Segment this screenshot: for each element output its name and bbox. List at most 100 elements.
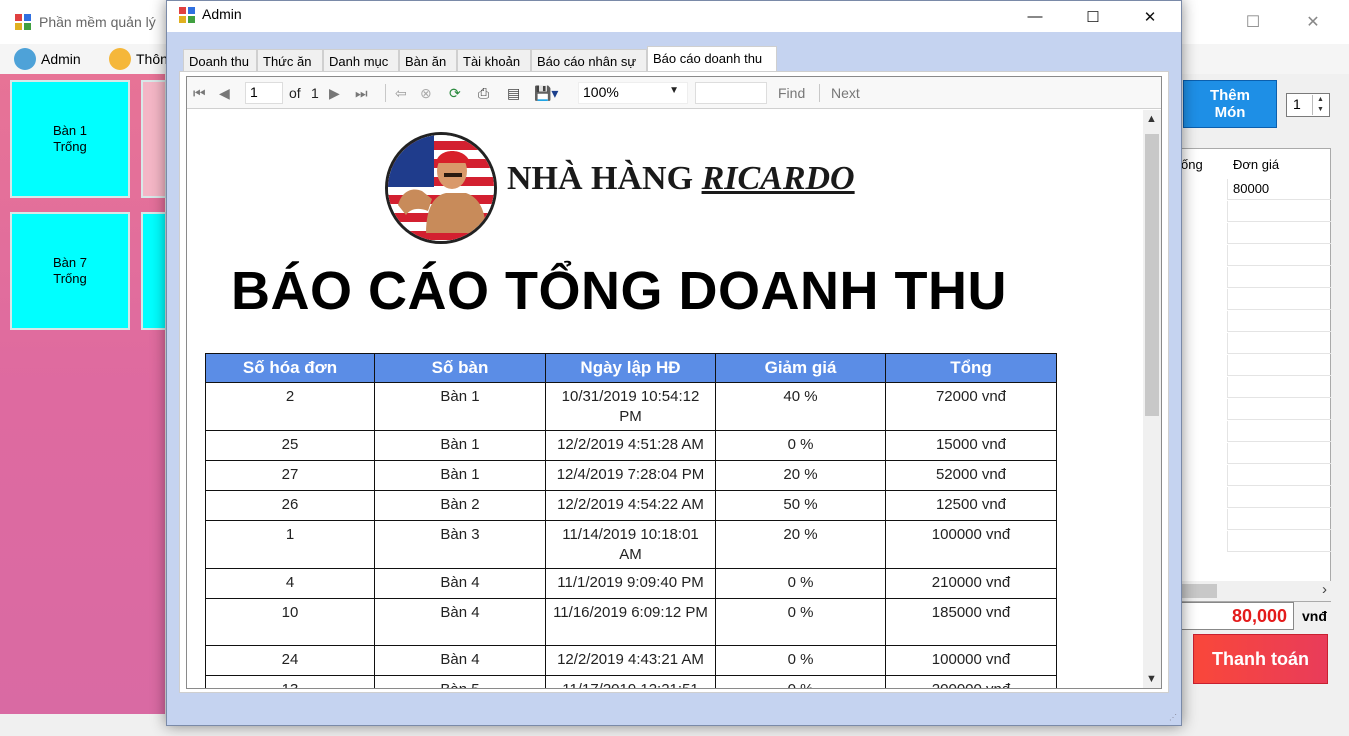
find-input[interactable] [695,82,767,104]
close-icon[interactable]: ✕ [1127,1,1173,32]
scroll-thumb[interactable] [1145,134,1159,416]
cell-invoice: 25 [205,430,375,461]
grid-empty-row [1227,245,1331,266]
flag-mascot-image [388,135,494,241]
menu-info[interactable]: Thôn [109,48,168,70]
add-food-label-2: Món [1214,104,1246,121]
cell-discount: 40 % [715,382,886,431]
table-button-2[interactable] [141,80,167,198]
cell-table: Bàn 4 [374,598,546,646]
maximize-icon[interactable]: ☐ [1070,1,1116,32]
grid-empty-row [1227,267,1331,288]
cell-table: Bàn 1 [374,460,546,491]
report-viewer: ⏮ ◀ 1 of 1 ▶ ⏭ ⇦ ⊗ ⟳ ⎙ ▤ 💾▾ 100% ▼ Find [186,76,1162,689]
revenue-table: Số hóa đơn Số bàn Ngày lập HĐ Giảm giá T… [205,353,1057,688]
cell-discount: 50 % [715,490,886,521]
table-name: Bàn 1 [53,123,87,138]
cell-invoice: 10 [205,598,375,646]
grid-empty-row [1227,443,1331,464]
table-header-row: Số hóa đơn Số bàn Ngày lập HĐ Giảm giá T… [205,353,1057,383]
minimize-icon[interactable]: — [1012,1,1058,32]
stepper-arrows-icon[interactable]: ▲ ▼ [1312,95,1328,115]
table-button-7[interactable]: Bàn 7 Trống [10,212,130,330]
table-status: Trống [53,271,87,286]
next-page-icon[interactable]: ▶ [329,83,340,103]
page-layout-icon[interactable]: ▤ [507,83,520,103]
cell-total: 200000 vnđ [885,675,1057,688]
table-button-8[interactable] [141,212,167,330]
refresh-icon[interactable]: ⟳ [449,83,461,103]
first-page-icon[interactable]: ⏮ [193,83,206,103]
cell-discount: 0 % [715,675,886,688]
print-icon[interactable]: ⎙ [478,83,489,103]
grid-cell-price: 80000 [1227,179,1331,200]
tab-tables[interactable]: Bàn ăn [399,49,457,73]
cell-total: 100000 vnđ [885,645,1057,676]
previous-page-icon[interactable]: ◀ [219,83,230,103]
grid-header-quantity: ống [1181,157,1203,172]
tables-panel: Bàn 1 Trống Bàn 7 Trống [0,74,167,714]
menu-admin[interactable]: Admin [14,48,81,70]
cell-date: 10/31/2019 10:54:12 PM [545,382,716,431]
tab-category[interactable]: Danh mục [323,49,399,73]
grid-empty-row [1227,531,1331,552]
bill-grid: ống Đơn giá 80000 › [1180,148,1331,602]
col-header-discount: Giảm giá [715,353,886,383]
report-vertical-scrollbar[interactable]: ▲ ▼ [1143,110,1161,688]
cell-invoice: 27 [205,460,375,491]
tab-staff-report[interactable]: Báo cáo nhân sự [531,49,647,73]
admin-window: Admin — ☐ ✕ Doanh thu Thức ăn Danh mục B… [166,0,1182,726]
cell-date: 11/14/2019 10:18:01 AM [545,520,716,569]
add-food-button[interactable]: Thêm Món [1183,80,1277,128]
cell-table: Bàn 4 [374,645,546,676]
grid-empty-row [1227,289,1331,310]
tab-revenue[interactable]: Doanh thu [183,49,257,73]
page-number-input[interactable]: 1 [245,82,283,104]
main-window-title: Phần mềm quản lý [39,14,156,30]
col-header-total: Tổng [885,353,1057,383]
cell-table: Bàn 4 [374,568,546,599]
maximize-icon[interactable]: ☐ [1224,0,1282,44]
table-row: 4 Bàn 4 11/1/2019 9:09:40 PM 0 % 210000 … [205,568,1057,599]
grid-empty-row [1227,465,1331,486]
quantity-stepper[interactable]: 1 ▲ ▼ [1286,93,1330,117]
cell-table: Bàn 1 [374,430,546,461]
export-icon[interactable]: 💾▾ [534,83,558,103]
quantity-value: 1 [1293,96,1301,112]
zoom-select[interactable]: 100% ▼ [578,82,688,104]
cell-date: 12/2/2019 4:43:21 AM [545,645,716,676]
close-icon[interactable]: ✕ [1284,0,1342,44]
table-row: 24 Bàn 4 12/2/2019 4:43:21 AM 0 % 100000… [205,645,1057,676]
page-of-label: of [289,85,301,101]
stop-icon[interactable]: ⊗ [420,83,432,103]
last-page-icon[interactable]: ⏭ [355,83,368,103]
resize-grip-icon[interactable]: ⋰ [1169,713,1177,722]
tab-food[interactable]: Thức ăn [257,49,323,73]
grid-empty-row [1227,311,1331,332]
chevron-down-icon[interactable]: ▼ [1146,673,1157,685]
cell-invoice: 1 [205,520,375,569]
order-panel: Thêm Món 1 ▲ ▼ ống Đơn giá 80000 › 80,00… [1180,74,1340,714]
grid-empty-row [1227,333,1331,354]
back-icon[interactable]: ⇦ [395,83,407,103]
table-row: 10 Bàn 4 11/16/2019 6:09:12 PM 0 % 18500… [205,598,1057,646]
chevron-up-icon[interactable]: ▲ [1146,113,1157,125]
table-status: Trống [53,139,87,154]
pay-button[interactable]: Thanh toán [1193,634,1328,684]
scroll-thumb[interactable] [1181,584,1217,598]
tab-accounts[interactable]: Tài khoản [457,49,531,73]
grid-header-price: Đơn giá [1233,157,1280,172]
table-button-1[interactable]: Bàn 1 Trống [10,80,130,198]
chevron-down-icon: ▼ [669,85,679,96]
find-button[interactable]: Find [778,83,805,103]
chevron-right-icon[interactable]: › [1322,581,1327,598]
grid-horizontal-scrollbar[interactable]: › [1181,581,1331,601]
tab-revenue-report[interactable]: Báo cáo doanh thu [647,46,777,73]
cell-invoice: 2 [205,382,375,431]
cell-date: 12/4/2019 7:28:04 PM [545,460,716,491]
brand-name: RICARDO [701,160,855,197]
find-next-button[interactable]: Next [831,83,860,103]
col-header-table: Số bàn [374,353,546,383]
cell-discount: 0 % [715,598,886,646]
cell-table: Bàn 5 [374,675,546,688]
